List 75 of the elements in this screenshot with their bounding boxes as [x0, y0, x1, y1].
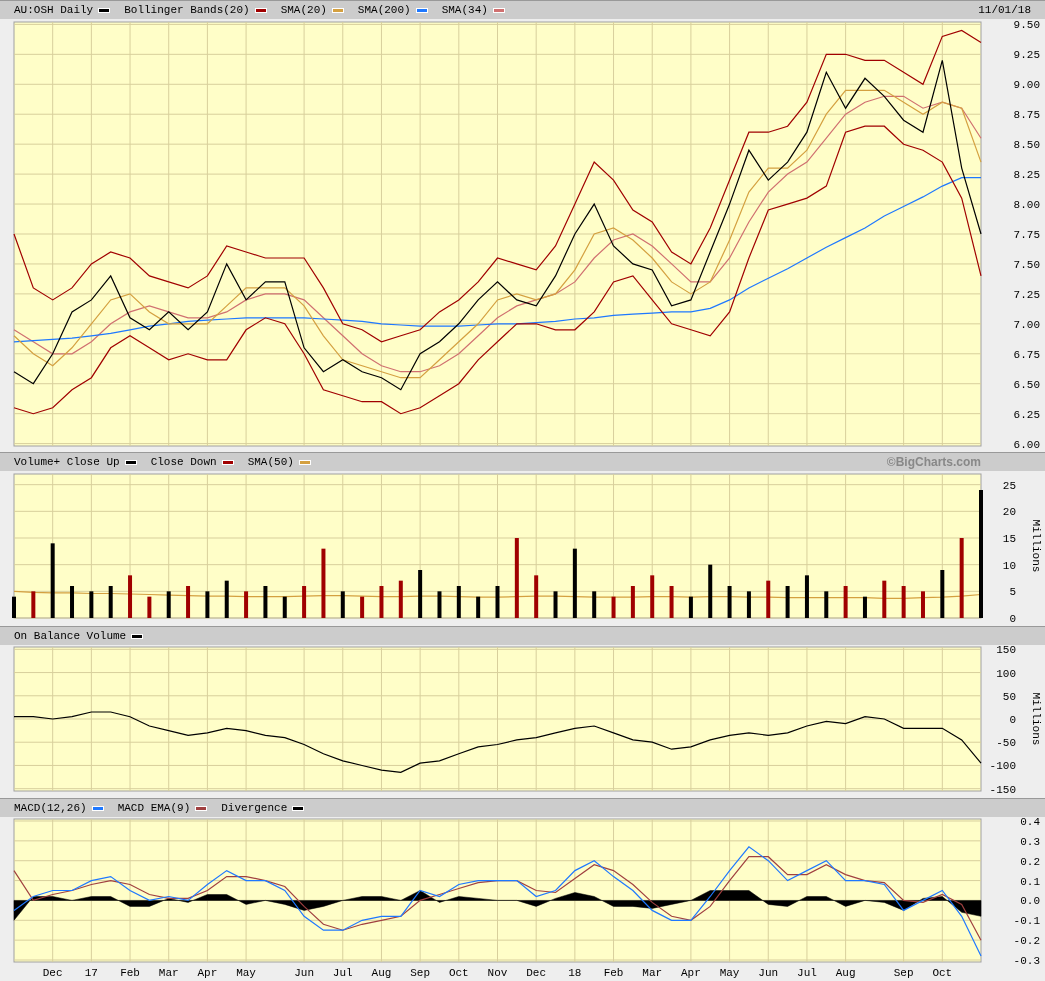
axis-label: 18	[568, 967, 582, 979]
axis-label: 8.00	[1013, 199, 1040, 212]
axis-label: 6.25	[1013, 408, 1040, 421]
legend-label: MACD EMA(9)	[117, 800, 191, 816]
axis-label: 20	[1002, 506, 1016, 519]
axis-label: May	[719, 967, 740, 979]
legend-label: SMA(50)	[247, 454, 294, 470]
axis-label: 7.25	[1013, 288, 1040, 301]
axis-label: 15	[1002, 533, 1016, 545]
axis-label: -0.3	[1013, 955, 1040, 967]
legend-label: Close Down	[150, 454, 217, 470]
axis-label: Oct	[448, 967, 469, 979]
axis-label: 0.1	[1020, 875, 1040, 888]
axis-label: 5	[1009, 586, 1016, 599]
legend-label: SMA(20)	[280, 2, 327, 18]
axis-label: Mar	[642, 967, 663, 979]
axis-label: Aug	[835, 967, 856, 979]
axis-label: 6.00	[1013, 438, 1040, 451]
axis-title: Millions	[1030, 519, 1042, 573]
axis-label: Nov	[487, 967, 508, 979]
axis-label: -100	[989, 760, 1016, 773]
legend-label: Volume+ Close Up	[14, 454, 120, 470]
axis-label: 17	[84, 967, 98, 979]
axis-label: May	[236, 967, 256, 979]
axis-label: 6.50	[1013, 378, 1040, 391]
axis-label: Dec	[526, 967, 547, 979]
axis-label: 8.25	[1013, 169, 1040, 182]
axis-label: 150	[996, 645, 1016, 657]
legend-label: MACD(12,26)	[14, 800, 87, 816]
axis-label: Mar	[158, 967, 179, 979]
axis-label: -0.1	[1013, 915, 1040, 928]
axis-label: 0.4	[1020, 817, 1040, 828]
axis-label: Feb	[120, 967, 140, 979]
legend-label: SMA(34)	[441, 2, 488, 18]
axis-label: 9.25	[1013, 49, 1040, 62]
axis-label: -150	[989, 783, 1016, 796]
axis-label: Jun	[294, 967, 314, 979]
axis-label: 7.75	[1013, 229, 1040, 241]
axis-label: Apr	[197, 967, 218, 979]
axis-label: 0.0	[1020, 895, 1040, 908]
axis-label: Feb	[603, 967, 624, 979]
axis-label: 0	[1009, 613, 1016, 625]
axis-label: 0.2	[1020, 855, 1040, 868]
axis-label: 0	[1009, 714, 1016, 726]
axis-label: Jun	[758, 967, 779, 979]
axis-label: 0.3	[1020, 835, 1040, 848]
legend-label: On Balance Volume	[14, 628, 127, 644]
axis-label: 100	[996, 667, 1016, 680]
axis-label: Apr	[681, 967, 701, 979]
axis-label: -0.2	[1013, 935, 1040, 948]
axis-label: Jul	[332, 967, 353, 979]
credit-text: ©BigCharts.com	[886, 454, 981, 471]
axis-label: 8.50	[1013, 139, 1040, 152]
axis-label: 7.50	[1013, 258, 1040, 271]
legend-label: AU:OSH Daily	[14, 2, 94, 18]
axis-label: 25	[1002, 479, 1016, 492]
axis-label: 9.00	[1013, 79, 1040, 92]
legend-label: SMA(200)	[357, 2, 411, 18]
axis-label: 50	[1002, 690, 1016, 703]
legend-label: Divergence	[221, 800, 288, 816]
axis-label: Jul	[797, 967, 817, 979]
axis-label: 9.50	[1013, 19, 1040, 32]
axis-label: Aug	[371, 967, 392, 979]
axis-label: Dec	[42, 967, 63, 979]
axis-label: 6.75	[1013, 348, 1040, 361]
axis-label: 8.75	[1013, 109, 1040, 122]
axis-label: Oct	[932, 967, 953, 979]
chart-date: 11/01/18	[978, 2, 1031, 18]
axis-label: Sep	[410, 967, 431, 979]
legend-label: Bollinger Bands(20)	[124, 2, 250, 18]
axis-label: Sep	[893, 967, 914, 979]
axis-label: 7.00	[1013, 318, 1040, 331]
axis-label: -50	[996, 737, 1016, 750]
axis-label: 10	[1002, 559, 1016, 572]
axis-title: Millions	[1030, 692, 1042, 746]
